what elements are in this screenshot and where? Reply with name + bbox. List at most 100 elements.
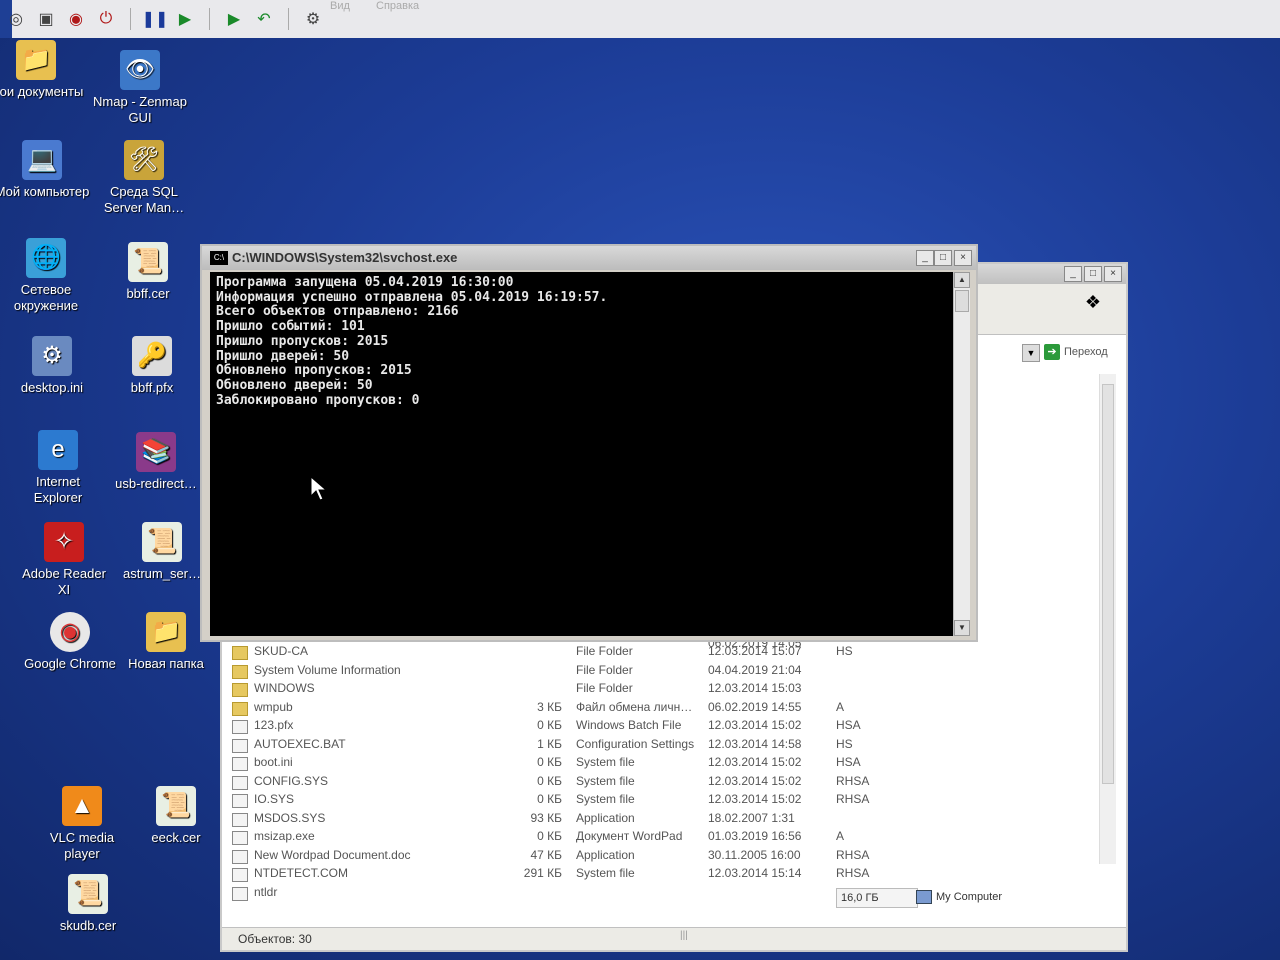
desktop-icon-label: astrum_ser… [122,566,202,581]
my-computer-icon [916,890,932,904]
list-item[interactable]: wmpub 3 КБ Файл обмена личн… 06.02.2019 14:… [232,700,1092,719]
desktop-icon-eeck-cer[interactable]: 📜 eeck.cer [128,786,224,846]
desktop-icon-internet-explorer[interactable]: e Internet Explorer [10,430,106,506]
folder-icon [232,646,248,660]
desktop-icon-label: Internet Explorer [33,474,83,505]
file-attributes: RHSA [836,773,870,788]
console-output[interactable]: Программа запущена 05.04.2019 16:30:00 И… [210,272,954,636]
desktop-icon-usb-redirect[interactable]: 📚 usb-redirect… [108,432,204,492]
desktop-icon-bbff-cer[interactable]: 📜 bbff.cer [100,242,196,302]
list-item[interactable]: msizap.exe 0 КБ Документ WordPad 01.03.2019… [232,829,1092,848]
file-name: 123.pfx [254,718,294,732]
file-size: 291 КБ [523,866,562,880]
file-type: Application [576,810,635,825]
go-button[interactable]: ➔ Переход [1044,342,1124,362]
file-type: File Folder [576,681,633,695]
maximize-icon[interactable]: □ [934,250,952,266]
list-item[interactable]: New Wordpad Document.doc 47 КБ Application… [232,848,1092,867]
desktop-icon-nmap[interactable]: 👁 Nmap - Zenmap GUI [92,50,188,126]
file-date: 12.03.2014 15:03 [708,681,802,695]
scroll-up-icon[interactable]: ▲ [954,272,970,288]
desktop-icon-my-computer[interactable]: 💻 Мой компьютер [0,140,90,200]
status-zone: My Computer [916,888,1076,906]
record-icon[interactable]: ◎ [4,7,28,31]
file-name: WINDOWS [254,681,315,695]
file-name: New Wordpad Document.doc [254,847,411,862]
stop-icon[interactable]: ▣ [34,7,58,31]
desktop-icon-network[interactable]: 🌐 Сетевое окружение [0,238,94,314]
desktop-icon-desktop-ini[interactable]: ⚙ desktop.ini [4,336,100,396]
desktop-icon-skudb-cer[interactable]: 📜 skudb.cer [40,874,136,934]
list-item[interactable]: System Volume Information File Folder 04.0… [232,663,1092,682]
minimize-icon[interactable]: _ [916,250,934,266]
console-line: Обновлено дверей: 50 [216,377,373,393]
file-size: 0 КБ [537,792,562,806]
console-line: Пришло дверей: 50 [216,348,350,364]
pfx-file-icon: 🔑 [132,336,172,376]
desktop-icon-label: VLC media player [49,830,115,861]
certificate-icon: 📜 [156,786,196,826]
file-type: System file [576,866,635,880]
close-icon[interactable]: × [954,250,972,266]
scroll-down-icon[interactable]: ▼ [954,620,970,636]
list-item[interactable]: boot.ini 0 КБ System file 12.03.2014 15:02 H… [232,755,1092,774]
list-item[interactable]: 123.pfx 0 КБ Windows Batch File 12.03.2014 … [232,718,1092,737]
desktop-icon-astrum[interactable]: 📜 astrum_ser… [114,522,210,582]
list-item[interactable]: AUTOEXEC.BAT 1 КБ Configuration Settings 12… [232,737,1092,756]
file-name: wmpub [254,699,293,714]
file-date: 30.11.2005 16:00 [708,847,801,862]
pause-icon[interactable]: ❚❚ [142,7,169,31]
desktop-icon-adobe-reader[interactable]: ✧ Adobe Reader XI [16,522,112,598]
desktop-icon-sql-server[interactable]: 🛠 Среда SQL Server Man… [96,140,192,216]
chevron-down-icon[interactable]: ▼ [1022,344,1040,362]
console-window[interactable]: C:\ C:\WINDOWS\System32\svchost.exe _ □ … [200,244,978,642]
certificate-icon: 📜 [68,874,108,914]
list-item[interactable]: MSDOS.SYS 93 КБ Application 18.02.2007 1:31 [232,811,1092,830]
file-icon [232,775,248,790]
menu-view[interactable]: Вид [330,0,350,12]
console-titlebar[interactable]: C:\ C:\WINDOWS\System32\svchost.exe _ □ … [202,246,976,270]
scrollbar-thumb[interactable] [1102,384,1114,784]
desktop-icon-chrome[interactable]: ◉ Google Chrome [22,612,118,672]
menu-help[interactable]: Справка [376,0,419,12]
scrollbar-thumb[interactable] [955,290,969,312]
close-icon[interactable]: × [1104,266,1122,282]
desktop-icon-vlc[interactable]: ▲ VLC media player [34,786,130,862]
desktop-icon-label: eeck.cer [151,830,201,845]
list-item[interactable]: IO.SYS 0 КБ System file 12.03.2014 15:02 RHS… [232,792,1092,811]
console-scrollbar[interactable]: ▲ ▼ [953,272,970,636]
toolbar-separator [130,8,131,30]
maximize-icon[interactable]: □ [1084,266,1102,282]
my-documents-icon: 📁 [16,40,56,80]
revert-icon[interactable]: ↶ [252,7,276,31]
minimize-icon[interactable]: _ [1064,266,1082,282]
file-attributes: HSA [836,755,861,769]
snapshot-icon[interactable]: ▶ [222,7,246,31]
reset-icon[interactable]: ◉ [64,7,88,31]
console-line: Обновлено пропусков: 2015 [216,363,412,379]
vertical-scrollbar[interactable] [1099,374,1116,864]
toolbar-separator [209,8,210,30]
file-type: Windows Batch File [576,718,682,732]
desktop-icon-bbff-pfx[interactable]: 🔑 bbff.pfx [104,336,200,396]
list-item[interactable]: WINDOWS File Folder 12.03.2014 15:03 [232,681,1092,700]
settings-icon[interactable]: ⚙ [301,7,325,31]
file-type: Файл обмена личн… [576,699,693,714]
list-item[interactable]: NTDETECT.COM 291 КБ System file 12.03.2014 … [232,866,1092,885]
list-item[interactable]: SKUD-CA File Folder 12.03.2014 15:07 HS [232,644,1092,663]
desktop-icon-label: bbff.cer [126,286,170,301]
toolbar-separator [288,8,289,30]
file-type: File Folder [576,662,633,677]
certificate-icon: 📜 [128,242,168,282]
file-date: 18.02.2007 1:31 [708,810,795,825]
file-name: MSDOS.SYS [254,810,326,825]
file-date: 04.04.2019 21:04 [708,662,802,677]
desktop-icon-my-documents[interactable]: 📁 Мои документы [0,40,84,100]
play-icon[interactable]: ▶ [173,7,197,31]
file-size: 0 КБ [537,755,562,769]
file-name: NTDETECT.COM [254,866,348,880]
file-size: 93 КБ [530,810,562,825]
ini-file-icon: ⚙ [32,336,72,376]
power-icon[interactable]: ⏻ [94,7,118,31]
list-item[interactable]: CONFIG.SYS 0 КБ System file 12.03.2014 15:0… [232,774,1092,793]
